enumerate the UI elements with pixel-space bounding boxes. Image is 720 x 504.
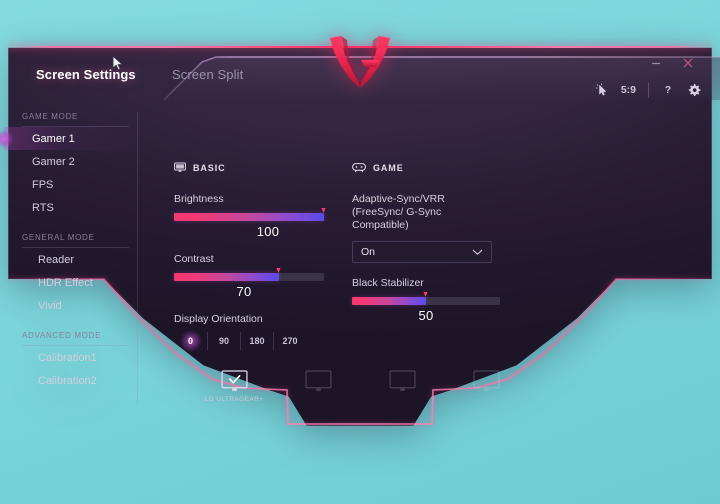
adaptive-sync-dropdown[interactable]: On (352, 241, 492, 263)
toolbar-separator (648, 82, 649, 98)
sidebar-item-fps[interactable]: FPS (4, 173, 137, 196)
orientation-option-label: 270 (282, 336, 298, 346)
orientation-option-label: 180 (249, 336, 265, 346)
slider-knob[interactable] (276, 268, 282, 274)
basic-panel-title: BASIC (193, 162, 226, 173)
sidebar-item-label: RTS (32, 201, 54, 214)
sidebar-group-label-advanced-mode: ADVANCED MODE (22, 331, 102, 340)
monitor-selected-icon (220, 370, 248, 391)
brightness-label: Brightness (174, 193, 224, 205)
orientation-option-90[interactable]: 90 (207, 332, 240, 350)
sidebar-item-hdr-effect[interactable]: HDR Effect (4, 271, 137, 294)
orientation-option-0[interactable]: 0 (174, 332, 207, 350)
adaptive-sync-label-line1: Adaptive-Sync/VRR (352, 193, 445, 205)
pointer-highlight-button[interactable] (590, 78, 614, 102)
device-item-empty-4[interactable] (458, 370, 514, 396)
orientation-option-label: 90 (218, 336, 229, 346)
slider-fill (174, 213, 324, 221)
tab-screen-split[interactable]: Screen Split (156, 48, 259, 100)
display-orientation-label: Display Orientation (174, 313, 263, 325)
black-stabilizer-label: Black Stabilizer (352, 277, 424, 289)
help-label: ? (664, 84, 672, 96)
sidebar-item-label: Reader (38, 253, 75, 266)
monitor-empty-icon (304, 370, 332, 391)
adaptive-sync-label: Adaptive-Sync/VRR (FreeSync/ G-Sync Comp… (352, 193, 500, 232)
game-panel-header: GAME (352, 162, 500, 173)
device-bar: LG ULTRAGEAR+ (4, 370, 716, 426)
chevron-down-icon (472, 249, 483, 256)
gamepad-icon (352, 163, 366, 173)
sidebar: GAME MODE Gamer 1 Gamer 2 FPS RTS GENERA… (4, 112, 138, 404)
tab-screen-settings-label: Screen Settings (36, 66, 136, 82)
adaptive-sync-value: On (361, 246, 376, 258)
lg-ultragear-logo-icon (330, 36, 390, 88)
device-label: LG ULTRAGEAR+ (204, 396, 264, 403)
slider-fill (352, 297, 426, 305)
sidebar-item-label: HDR Effect (38, 276, 93, 289)
gear-icon (688, 84, 701, 97)
settings-content: BASIC Brightness 100 Contrast 70 Display… (138, 112, 716, 404)
device-item-empty-2[interactable] (290, 370, 346, 396)
monitor-empty-icon (472, 370, 500, 391)
sidebar-item-label: FPS (32, 178, 54, 191)
slider-knob[interactable] (321, 208, 327, 214)
sidebar-group-label-general-mode: GENERAL MODE (22, 233, 95, 242)
sidebar-item-rts[interactable]: RTS (4, 196, 137, 219)
sidebar-item-gamer-1[interactable]: Gamer 1 (4, 127, 137, 150)
header-toolbar: 5:9 ? (590, 78, 706, 102)
close-button[interactable] (674, 52, 702, 74)
aspect-ratio-label: 5:9 (620, 84, 636, 96)
settings-button[interactable] (682, 78, 706, 102)
sidebar-item-label: Vivid (38, 299, 62, 312)
pointer-highlight-icon (595, 83, 607, 96)
sidebar-item-label: Calibration1 (38, 351, 97, 364)
contrast-value: 70 (236, 284, 252, 299)
device-item-empty-3[interactable] (374, 370, 430, 396)
sidebar-item-label: Gamer 2 (32, 155, 75, 168)
black-stabilizer-slider[interactable] (352, 292, 500, 306)
monitor-empty-icon (388, 370, 416, 391)
contrast-slider[interactable] (174, 268, 324, 282)
window-controls (642, 52, 702, 74)
orientation-option-label: 0 (187, 336, 193, 346)
basic-panel-header: BASIC (174, 162, 324, 173)
orientation-option-270[interactable]: 270 (273, 332, 306, 350)
help-button[interactable]: ? (656, 78, 680, 102)
display-orientation-segmented-control: 0 90 180 270 (174, 332, 324, 350)
sidebar-group-general-mode: GENERAL MODE Reader HDR Effect Vivid (4, 233, 137, 317)
brightness-slider[interactable] (174, 208, 326, 222)
desktop-background: Screen Settings Screen Split 5:9 ? GAME … (0, 0, 720, 504)
minimize-button[interactable] (642, 52, 670, 74)
sidebar-group-game-mode: GAME MODE Gamer 1 Gamer 2 FPS RTS (4, 112, 137, 219)
sidebar-item-calibration1[interactable]: Calibration1 (4, 346, 137, 369)
adaptive-sync-label-line2: (FreeSync/ G-Sync Compatible) (352, 206, 442, 231)
ultragear-control-center-window: Screen Settings Screen Split 5:9 ? GAME … (4, 36, 720, 428)
sidebar-item-reader[interactable]: Reader (4, 248, 137, 271)
brightness-value: 100 (256, 224, 280, 239)
basic-panel: BASIC Brightness 100 Contrast 70 Display… (174, 162, 326, 350)
game-panel-title: GAME (373, 162, 404, 173)
monitor-icon (174, 162, 186, 172)
slider-fill (174, 273, 279, 281)
sidebar-item-gamer-2[interactable]: Gamer 2 (4, 150, 137, 173)
black-stabilizer-value: 50 (418, 308, 434, 323)
aspect-ratio-button[interactable]: 5:9 (616, 78, 641, 102)
window-body: GAME MODE Gamer 1 Gamer 2 FPS RTS GENERA… (4, 112, 716, 412)
tab-screen-split-label: Screen Split (172, 66, 244, 82)
contrast-label: Contrast (174, 253, 214, 265)
slider-knob[interactable] (423, 292, 429, 298)
device-item-selected[interactable]: LG ULTRAGEAR+ (204, 370, 264, 403)
game-panel: GAME Adaptive-Sync/VRR (FreeSync/ G-Sync… (352, 162, 500, 337)
close-icon (683, 58, 693, 68)
sidebar-item-vivid[interactable]: Vivid (4, 294, 137, 317)
sidebar-group-label-game-mode: GAME MODE (22, 112, 79, 121)
minimize-icon (652, 62, 660, 65)
tab-screen-settings[interactable]: Screen Settings (22, 48, 150, 100)
orientation-option-180[interactable]: 180 (240, 332, 273, 350)
sidebar-item-label: Gamer 1 (32, 132, 75, 145)
